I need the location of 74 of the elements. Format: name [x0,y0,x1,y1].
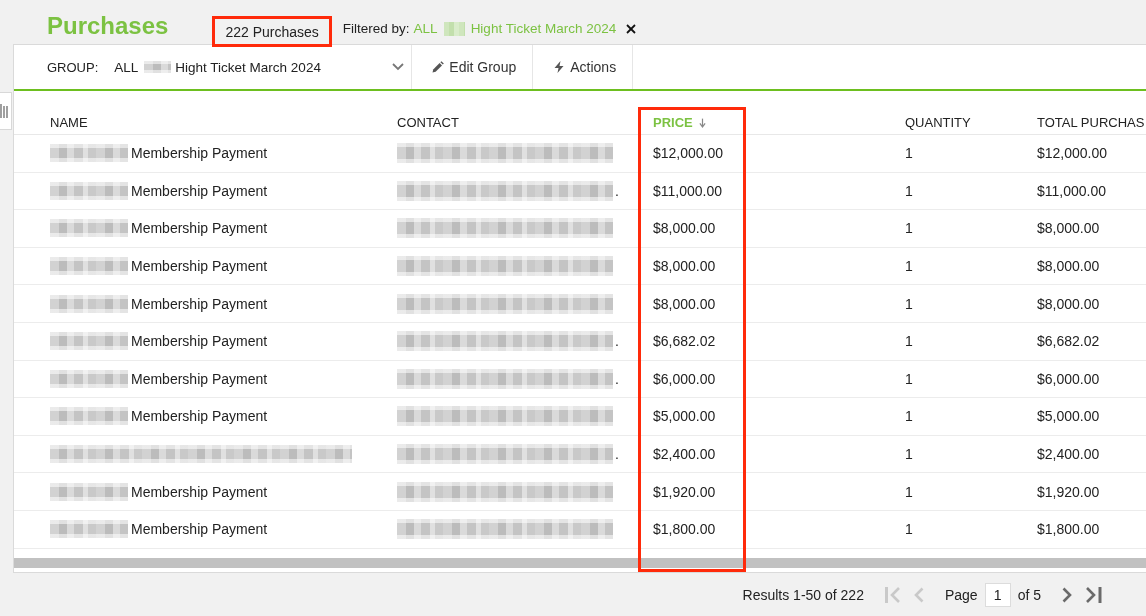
filter-label: Filtered by: [342,21,410,37]
filter-value: Hight Ticket March 2024 [470,21,617,37]
arrow-down-icon [698,117,706,128]
purchase-name: Membership Payment [131,483,268,500]
contact-text: . [615,182,619,199]
quantity-value: 1 [905,182,913,199]
contact-text: . [615,333,619,350]
total-value: $8,000.00 [1037,258,1100,275]
bars-icon [0,103,8,119]
quantity-value: 1 [905,408,913,425]
column-header[interactable]: CONTACT [397,115,459,130]
edit-group-button[interactable]: Edit Group [412,45,534,89]
group-dropdown[interactable]: ALL Hight Ticket March 2024 [114,45,413,89]
last-page-icon[interactable] [1085,585,1102,604]
total-value: $6,682.02 [1037,333,1100,350]
total-value: $8,000.00 [1037,220,1100,237]
price-value: $11,000.00 [653,182,723,199]
purchase-name: Membership Payment [131,258,268,275]
purchase-name: Membership Payment [131,333,268,350]
page-label: Page [944,586,978,603]
pencil-icon [432,61,445,73]
quantity-value: 1 [905,333,913,350]
purchase-name: Membership Payment [131,220,268,237]
chevron-down-icon [392,63,405,71]
column-header[interactable]: TOTAL PURCHAS [1037,115,1145,130]
purchase-name: Membership Payment [131,408,268,425]
quantity-value: 1 [905,258,913,275]
results-summary: Results 1-50 of 222 [742,586,864,603]
column-header[interactable]: NAME [50,115,88,130]
quantity-value: 1 [905,295,913,312]
quantity-value: 1 [905,521,913,538]
total-value: $2,400.00 [1037,446,1100,463]
group-label: GROUP: [47,59,99,75]
column-header[interactable]: QUANTITY [905,115,971,130]
purchase-name: Membership Payment [131,521,268,538]
total-value: $8,000.00 [1037,295,1100,312]
quantity-value: 1 [905,145,913,162]
close-icon[interactable] [626,24,637,34]
horizontal-scrollbar[interactable] [14,557,1146,568]
quantity-value: 1 [905,370,913,387]
total-value: $11,000.00 [1037,182,1107,199]
purchase-name: Membership Payment [131,295,268,312]
total-value: $5,000.00 [1037,408,1100,425]
price-value: $5,000.00 [653,408,716,425]
purchase-name: Membership Payment [131,145,268,162]
price-value: $12,000.00 [653,145,724,162]
purchase-name: Membership Payment [131,182,268,199]
next-page-icon[interactable] [1062,586,1072,603]
total-value: $6,000.00 [1037,370,1100,387]
quantity-value: 1 [905,483,913,500]
quantity-value: 1 [905,446,913,463]
quantity-value: 1 [905,220,913,237]
purchase-name: Membership Payment [131,370,268,387]
side-panel-tab[interactable] [0,92,12,130]
filter-value: ALL [413,21,438,37]
page-input[interactable]: 1 [984,582,1011,607]
contact-text: . [615,446,619,463]
total-value: $1,800.00 [1037,521,1100,538]
price-value: $8,000.00 [653,258,716,275]
total-value: $12,000.00 [1037,145,1108,162]
price-value: $2,400.00 [653,446,716,463]
price-value: $8,000.00 [653,295,716,312]
price-value: $1,920.00 [653,483,716,500]
page-total: of 5 [1017,586,1041,603]
total-value: $1,920.00 [1037,483,1100,500]
price-value: $6,000.00 [653,370,716,387]
price-value: $6,682.02 [653,333,716,350]
page-title: Purchases [47,11,169,41]
price-value: $1,800.00 [653,521,716,538]
actions-button[interactable]: Actions [533,45,634,89]
price-value: $8,000.00 [653,220,716,237]
lightning-icon [553,61,566,73]
purchase-count: 222 Purchases [212,16,332,47]
contact-text: . [615,370,619,387]
